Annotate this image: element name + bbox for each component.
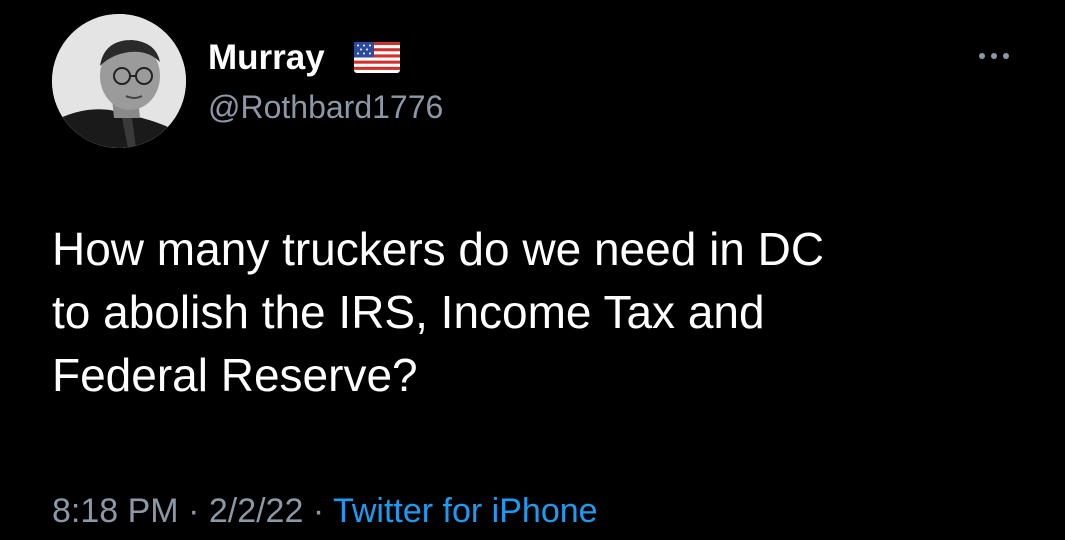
tweet-text: How many truckers do we need in DC to ab… [52,223,825,401]
tweet-date[interactable]: 2/2/22 [209,492,304,530]
tweet: Murray @Rothbard1776 How many truckers d… [0,0,1065,540]
tweet-source-link[interactable]: Twitter for iPhone [333,492,598,530]
avatar-photo [52,14,186,148]
us-flag-icon [354,42,400,73]
meta-separator: · [178,492,209,530]
tweet-metadata: 8:18 PM · 2/2/22 · Twitter for iPhone [52,488,598,534]
author-handle[interactable]: @Rothbard1776 [208,87,443,127]
tweet-time[interactable]: 8:18 PM [52,492,179,530]
author-display-name[interactable]: Murray [208,36,325,80]
more-horizontal-icon[interactable] [974,44,1014,68]
meta-separator: · [303,492,333,530]
avatar[interactable] [52,14,186,148]
